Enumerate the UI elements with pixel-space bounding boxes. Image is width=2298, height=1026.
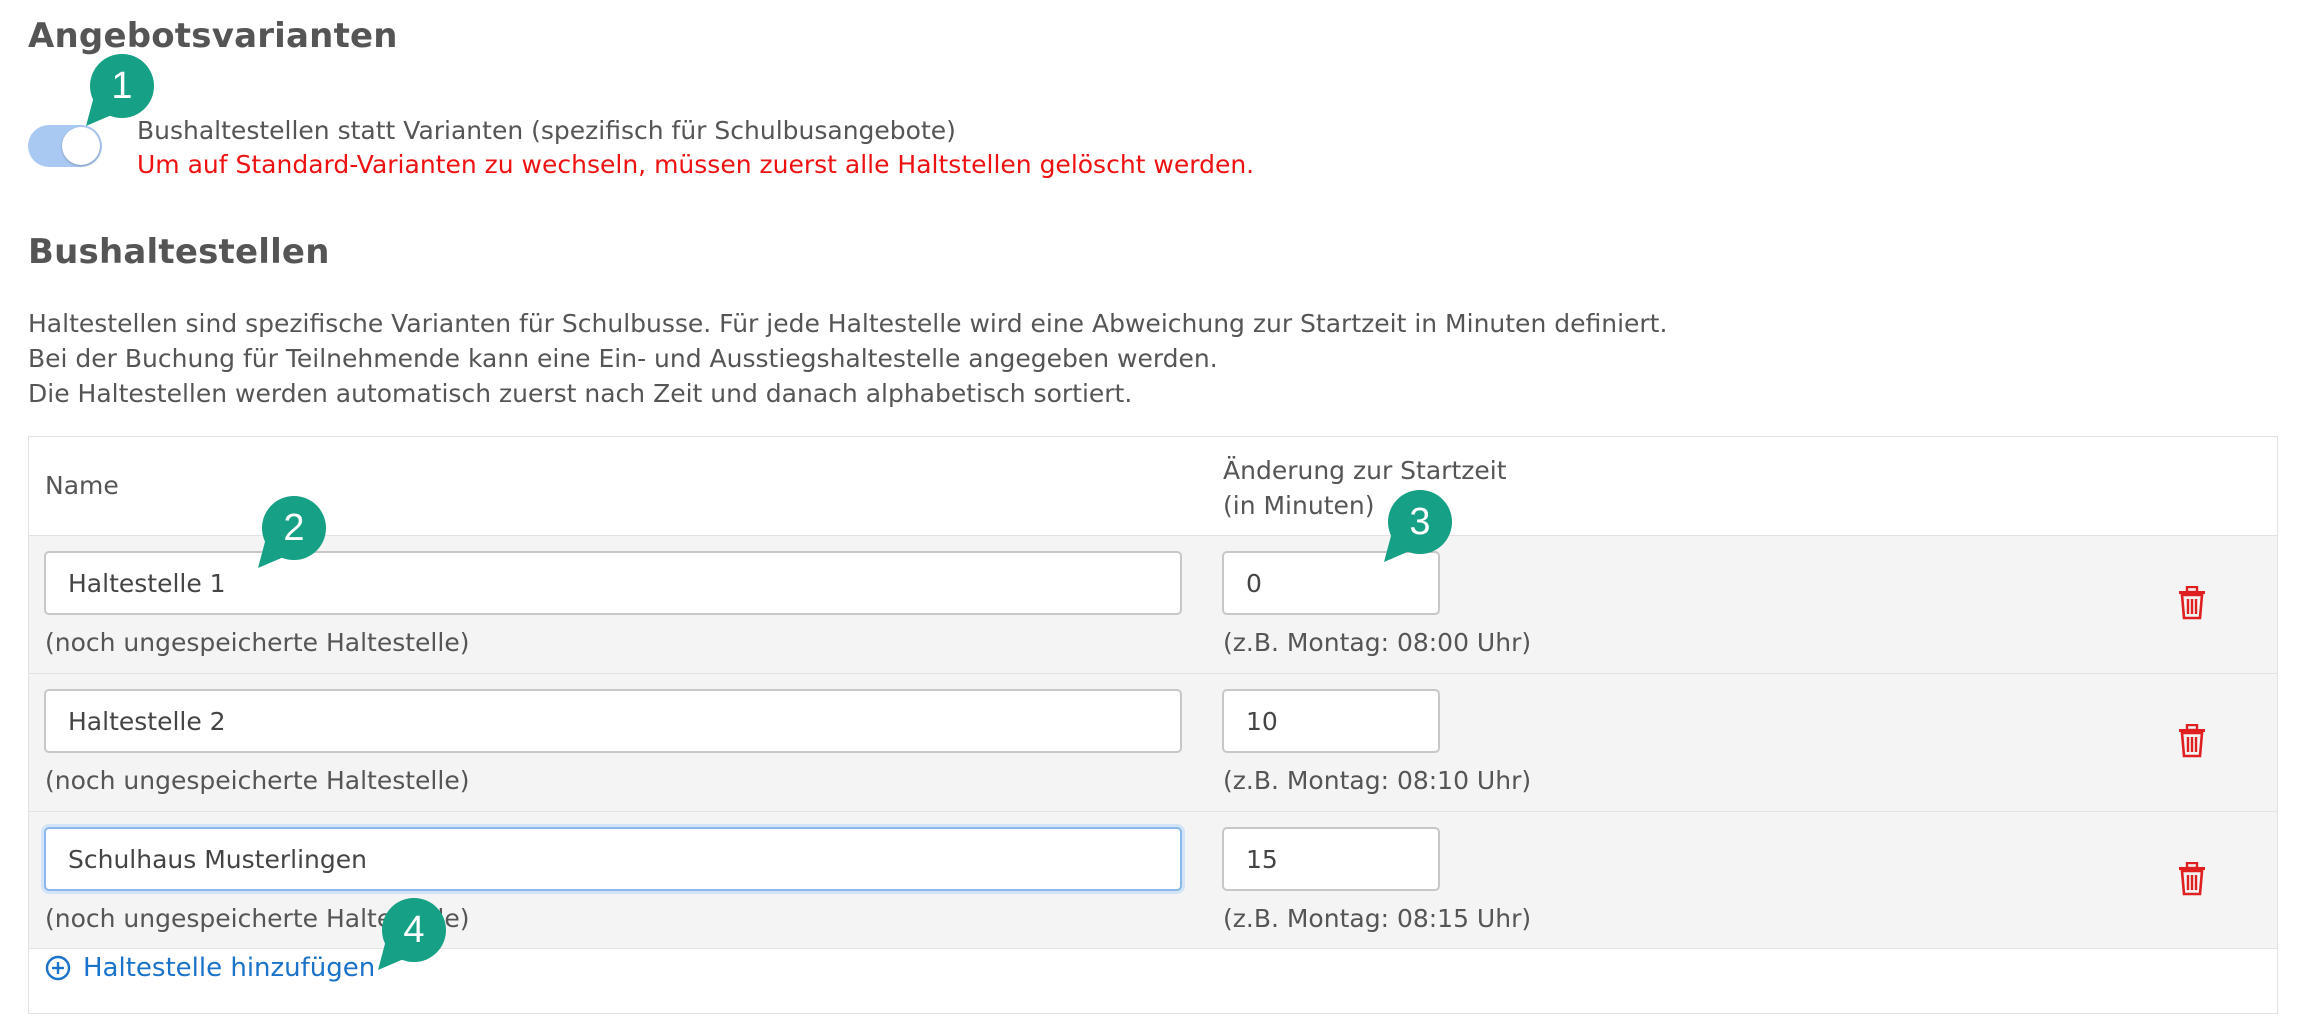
callout-number: 1 — [111, 65, 133, 107]
trash-icon[interactable] — [2177, 862, 2207, 896]
bus-stops-toggle[interactable] — [28, 125, 102, 167]
toggle-warning: Um auf Standard-Varianten zu wechseln, m… — [137, 150, 1255, 179]
add-stop-button[interactable]: Haltestelle hinzufügen — [45, 953, 375, 983]
column-header-line: (in Minuten) — [1223, 491, 1375, 520]
callout-badge: 3 — [1380, 486, 1460, 566]
example-time: (z.B. Montag: 08:10 Uhr) — [1223, 766, 1532, 795]
column-header-name: Name — [45, 471, 119, 500]
stop-name-input[interactable] — [44, 551, 1182, 615]
callout-number: 2 — [283, 507, 305, 549]
example-time: (z.B. Montag: 08:15 Uhr) — [1223, 904, 1532, 933]
toggle-knob — [62, 127, 100, 165]
description-line: Haltestellen sind spezifische Varianten … — [28, 309, 1668, 338]
trash-icon[interactable] — [2177, 586, 2207, 620]
description-line: Die Haltestellen werden automatisch zuer… — [28, 379, 1133, 408]
plus-circle-icon — [45, 955, 71, 981]
column-header-start-change: Änderung zur Startzeit (in Minuten) — [1223, 453, 1507, 523]
toggle-label: Bushaltestellen statt Varianten (spezifi… — [137, 116, 956, 145]
unsaved-note: (noch ungespeicherte Haltestelle) — [45, 628, 470, 657]
column-header-line: Änderung zur Startzeit — [1223, 456, 1507, 485]
table-row: (noch ungespeicherte Haltestelle) (z.B. … — [29, 811, 2277, 949]
add-stop-label: Haltestelle hinzufügen — [83, 953, 376, 983]
trash-icon[interactable] — [2177, 724, 2207, 758]
callout-badge: 2 — [254, 492, 334, 572]
table-row: (noch ungespeicherte Haltestelle) (z.B. … — [29, 673, 2277, 811]
description-line: Bei der Buchung für Teilnehmende kann ei… — [28, 344, 1218, 373]
minutes-input[interactable] — [1222, 827, 1440, 891]
callout-number: 3 — [1409, 501, 1431, 543]
callout-badge: 4 — [374, 894, 454, 974]
example-time: (z.B. Montag: 08:00 Uhr) — [1223, 628, 1532, 657]
callout-badge: 1 — [82, 50, 162, 130]
callout-number: 4 — [403, 909, 425, 951]
stops-table: Name Änderung zur Startzeit (in Minuten)… — [28, 436, 2278, 1014]
section-title-bushaltestellen: Bushaltestellen — [28, 232, 330, 272]
table-row: (noch ungespeicherte Haltestelle) (z.B. … — [29, 535, 2277, 673]
minutes-input[interactable] — [1222, 689, 1440, 753]
unsaved-note: (noch ungespeicherte Haltestelle) — [45, 766, 470, 795]
stop-name-input[interactable] — [44, 827, 1182, 891]
stop-name-input[interactable] — [44, 689, 1182, 753]
stops-description: Haltestellen sind spezifische Varianten … — [28, 306, 1667, 411]
